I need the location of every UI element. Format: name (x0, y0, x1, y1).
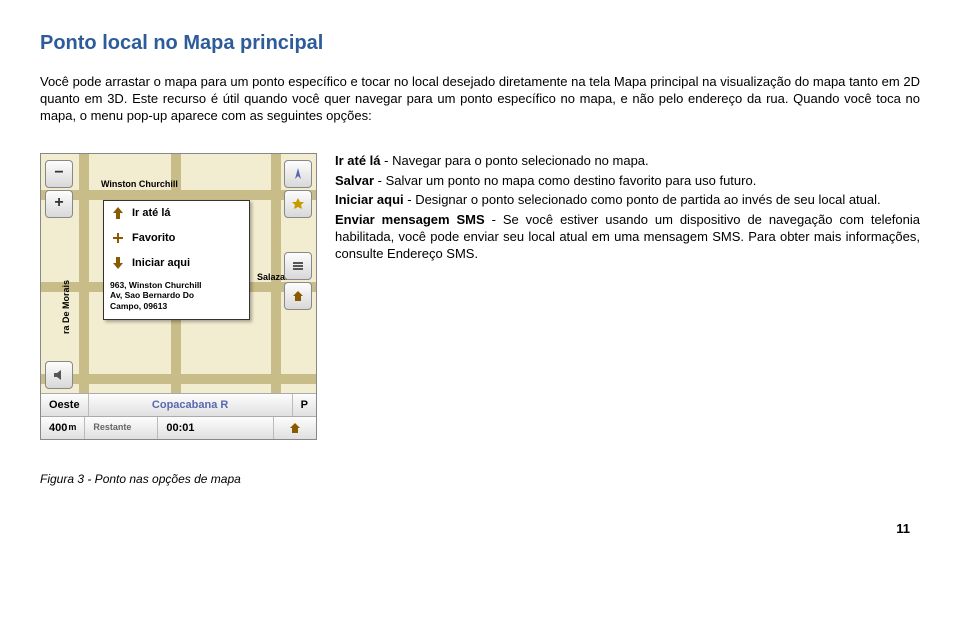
road-label: ra De Morais (61, 280, 73, 334)
distance-unit: m (68, 422, 76, 434)
definition-term: Enviar mensagem SMS (335, 212, 485, 227)
definition-term: Salvar (335, 173, 374, 188)
definition-term: Ir até lá (335, 153, 381, 168)
popup-go-there[interactable]: Ir até lá (104, 201, 249, 225)
popup-address: 963, Winston Churchill Av, Sao Bernardo … (104, 275, 249, 319)
road-text: Copacabana R (152, 398, 228, 412)
page-heading: Ponto local no Mapa principal (40, 30, 920, 56)
home-mini-button[interactable] (274, 417, 316, 439)
remaining-label: Restante (85, 417, 158, 439)
map-area: Winston Churchill Salazar R ra De Morais… (41, 154, 316, 393)
home-button[interactable] (284, 282, 312, 310)
definition-item: Salvar - Salvar um ponto no mapa como de… (335, 173, 920, 190)
distance-value: 400 (49, 421, 67, 435)
zoom-in-button[interactable]: + (45, 190, 73, 218)
figure-caption: Figura 3 - Ponto nas opções de mapa (40, 472, 920, 488)
definition-term: Iniciar aqui (335, 192, 404, 207)
definition-item: Enviar mensagem SMS - Se você estiver us… (335, 212, 920, 263)
direction-label: Oeste (41, 394, 89, 416)
road (79, 154, 89, 393)
intro-paragraph: Você pode arrastar o mapa para um ponto … (40, 74, 920, 125)
definition-text: - Salvar um ponto no mapa como destino f… (374, 173, 756, 188)
direction-bar: Oeste Copacabana R P (41, 393, 316, 416)
definition-text: - Designar o ponto selecionado como pont… (404, 192, 881, 207)
definition-text: - Navegar para o ponto selecionado no ma… (381, 153, 649, 168)
popup-item-label: Iniciar aqui (132, 256, 190, 270)
definition-item: Ir até lá - Navegar para o ponto selecio… (335, 153, 920, 170)
definitions-block: Ir até lá - Navegar para o ponto selecio… (335, 153, 920, 440)
popup-favorite[interactable]: Favorito (104, 225, 249, 250)
arrow-icon (110, 205, 126, 221)
menu-button[interactable] (284, 252, 312, 280)
compass-button[interactable] (284, 160, 312, 188)
device-screenshot: Winston Churchill Salazar R ra De Morais… (40, 153, 317, 440)
favorites-button[interactable] (284, 190, 312, 218)
popup-item-label: Favorito (132, 231, 175, 245)
speaker-button[interactable] (45, 361, 73, 389)
addr-line: 963, Winston Churchill (110, 280, 243, 291)
popup-item-label: Ir até lá (132, 206, 171, 220)
current-road: Copacabana R (89, 394, 293, 416)
definition-item: Iniciar aqui - Designar o ponto selecion… (335, 192, 920, 209)
road-label: Winston Churchill (101, 179, 178, 191)
time-cell: 00:01 (158, 417, 274, 439)
plus-icon (110, 230, 126, 246)
page-number: 11 (40, 521, 910, 538)
status-bar: 400 m Restante 00:01 (41, 416, 316, 439)
distance-cell: 400 m (41, 417, 85, 439)
map-context-popup: Ir até lá Favorito Iniciar aqui (103, 200, 250, 320)
road-suffix: P (293, 394, 316, 416)
popup-start-here[interactable]: Iniciar aqui (104, 250, 249, 275)
addr-line: Av, Sao Bernardo Do (110, 290, 243, 301)
down-arrow-icon (110, 255, 126, 271)
zoom-out-button[interactable]: − (45, 160, 73, 188)
addr-line: Campo, 09613 (110, 301, 243, 312)
